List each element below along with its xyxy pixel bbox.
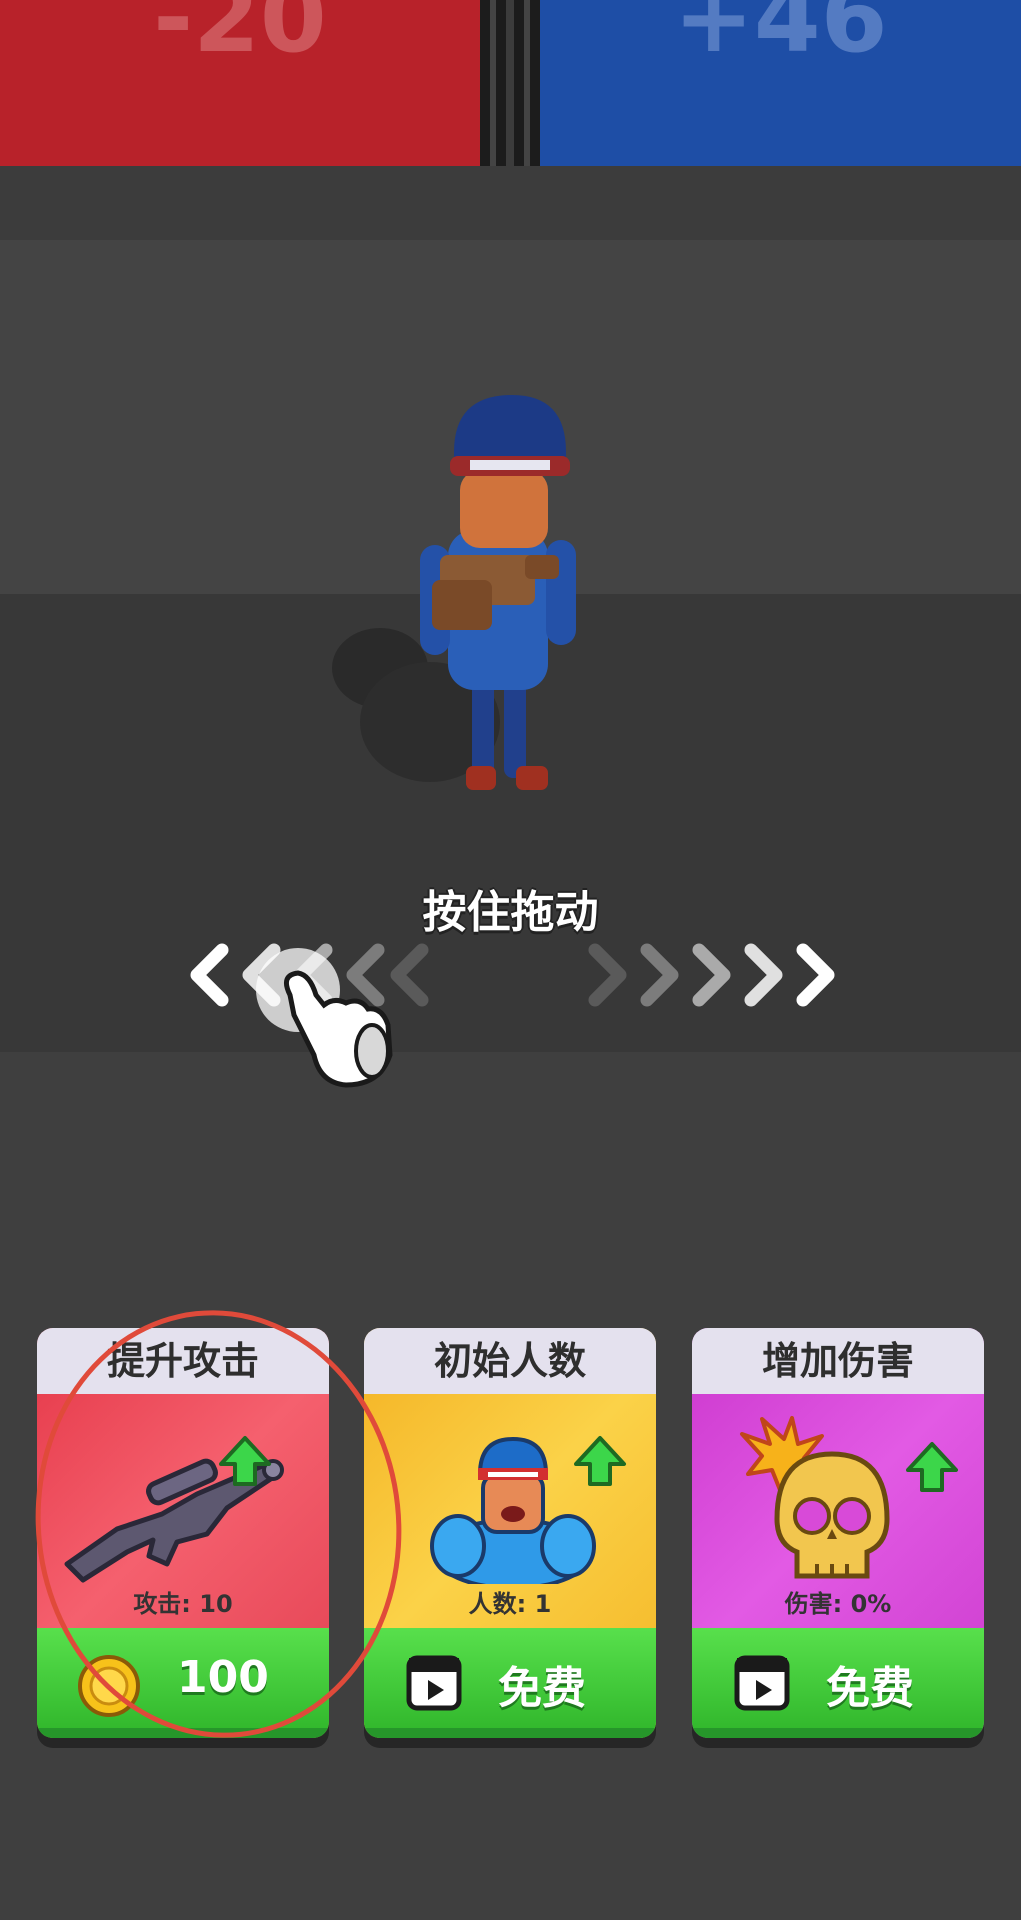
- free-start-count-button[interactable]: 免费: [364, 1628, 656, 1738]
- card-body: 人数: 1: [364, 1394, 656, 1628]
- gate-post-left: [480, 0, 506, 166]
- free-damage-button[interactable]: 免费: [692, 1628, 984, 1738]
- upgrade-card-damage[interactable]: 增加伤害 伤害: 0% 免费: [692, 1328, 984, 1738]
- gate-post-right: [514, 0, 540, 166]
- video-ad-icon: [734, 1655, 790, 1711]
- card-title: 初始人数: [364, 1328, 656, 1394]
- card-stat: 人数: 1: [468, 1590, 552, 1618]
- game-scene[interactable]: -20 +46 按住拖动 提升攻击 攻击: 10 100 初始人数 人数: 1 …: [0, 0, 1021, 1920]
- gate-left-value: -20: [153, 0, 327, 74]
- drag-hint-label: 按住拖动: [422, 887, 599, 938]
- upgrade-card-start-count[interactable]: 初始人数 人数: 1 免费: [364, 1328, 656, 1738]
- hand-pointer-icon: [256, 948, 393, 1088]
- card-stat: 伤害: 0%: [784, 1590, 892, 1618]
- upgrade-arrow-icon: [574, 1436, 626, 1486]
- gate-right: +46: [540, 0, 1021, 166]
- gate-left: -20: [0, 0, 480, 166]
- skull-icon: [740, 1416, 890, 1579]
- free-label: 免费: [498, 1663, 586, 1714]
- upgrade-arrow-icon: [906, 1442, 958, 1492]
- chevron-right-icon: [588, 943, 835, 1007]
- card-title: 增加伤害: [692, 1328, 984, 1394]
- video-ad-icon: [406, 1655, 462, 1711]
- free-label: 免费: [826, 1663, 914, 1714]
- card-body: 伤害: 0%: [692, 1394, 984, 1628]
- gate-right-value: +46: [673, 0, 888, 74]
- player-character: [332, 395, 576, 790]
